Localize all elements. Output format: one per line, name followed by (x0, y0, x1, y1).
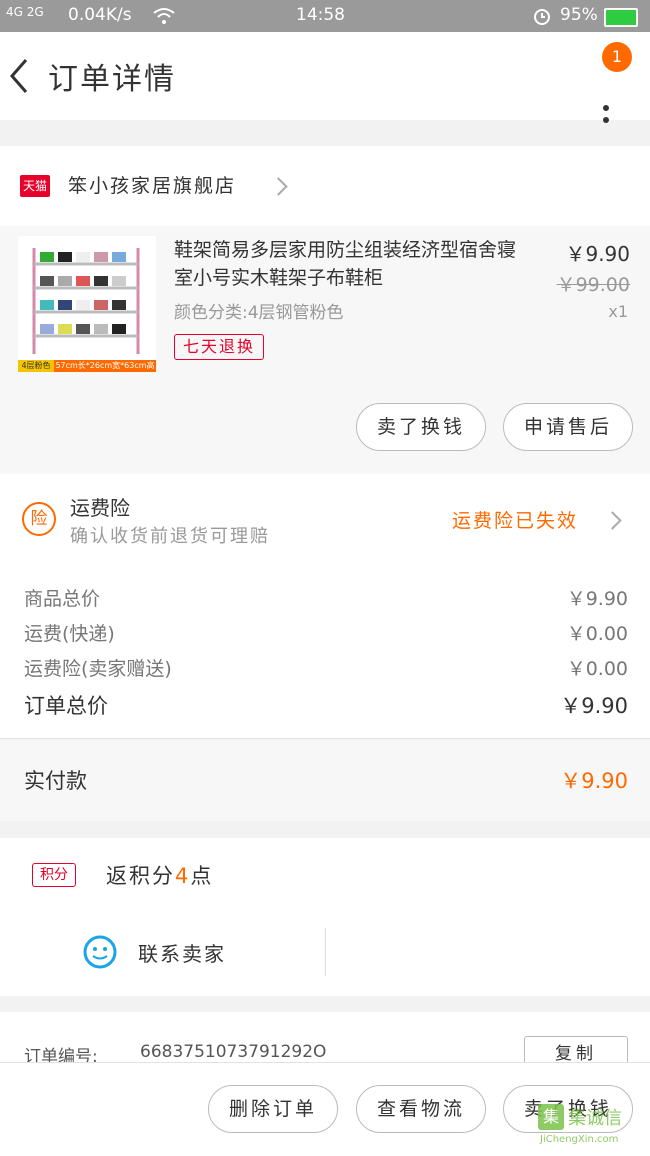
paid-value: ￥9.90 (560, 769, 628, 793)
points-suffix: 点 (190, 864, 214, 888)
insurance-subtitle: 确认收货前退货可理赔 (70, 526, 270, 547)
cost-row: 运费(快递) ￥0.00 (24, 619, 628, 646)
paid-label: 实付款 (24, 769, 87, 793)
shoe-rack-image (32, 248, 140, 354)
alarm-icon (534, 9, 550, 25)
cost-row: 商品总价 ￥9.90 (24, 584, 628, 611)
points-number: 4 (175, 864, 191, 888)
divider (325, 928, 326, 976)
battery-icon (604, 8, 638, 27)
points-contact-card: 积分 返积分4点 联系卖家 (0, 838, 650, 996)
clock: 14:58 (296, 5, 345, 25)
product-quantity: x1 (608, 302, 628, 321)
tmall-badge: 天猫 (20, 175, 50, 197)
cost-value: ￥0.00 (566, 623, 628, 645)
view-logistics-button[interactable]: 查看物流 (356, 1085, 486, 1133)
insurance-title: 运费险 (70, 496, 130, 520)
points-prefix: 返积分 (106, 864, 175, 888)
page-title: 订单详情 (48, 62, 176, 97)
watermark-name: 集诚信 (568, 1108, 622, 1129)
sell-item-button[interactable]: 卖了换钱 (356, 403, 486, 451)
store-name[interactable]: 笨小孩家居旗舰店 (68, 171, 236, 198)
cost-value: ￥0.00 (566, 658, 628, 680)
chevron-right-icon (603, 511, 622, 530)
wifi-icon (153, 8, 175, 24)
order-total-value: ￥9.90 (560, 694, 628, 718)
notification-badge[interactable]: 1 (602, 42, 632, 72)
watermark: 集 集诚信 JiChengXin.com (538, 1104, 646, 1152)
order-number: 6683751073791292O (140, 1042, 327, 1062)
status-bar: 4G 2G 0.04K/s 14:58 95% (0, 0, 650, 32)
original-price: ￥99.00 (556, 274, 630, 296)
signal-indicator: 4G 2G (6, 5, 44, 19)
more-menu-icon[interactable] (601, 102, 611, 129)
contact-seller-button[interactable]: 联系卖家 (0, 926, 325, 978)
watermark-logo-icon: 集 (538, 1104, 564, 1130)
contact-seller-label: 联系卖家 (138, 942, 226, 966)
insurance-icon: 险 (22, 502, 56, 536)
chat-icon (83, 935, 117, 969)
chevron-right-icon (269, 177, 288, 196)
product-title[interactable]: 鞋架简易多层家用防尘组装经济型宿舍寝室小号实木鞋架子布鞋柜 (174, 236, 530, 292)
watermark-domain: JiChengXin.com (540, 1134, 619, 1145)
image-caption-right: 57cm长*26cm宽*63cm高 (54, 360, 156, 372)
network-speed: 0.04K/s (68, 5, 132, 25)
store-card[interactable]: 天猫 笨小孩家居旗舰店 (0, 146, 650, 226)
product-card: 4层粉色 57cm长*26cm宽*63cm高 鞋架简易多层家用防尘组装经济型宿舍… (0, 226, 650, 474)
product-sku: 颜色分类:4层钢管粉色 (174, 303, 344, 323)
battery-percent: 95% (560, 5, 598, 25)
product-price: ￥9.90 (565, 242, 630, 266)
order-summary-card: 险 运费险 确认收货前退货可理赔 运费险已失效 商品总价 ￥9.90 运费(快递… (0, 474, 650, 821)
order-total-row: 订单总价 ￥9.90 (24, 690, 628, 720)
cost-value: ￥9.90 (566, 588, 628, 610)
nav-bar: 订单详情 (0, 32, 650, 123)
cost-label: 运费(快递) (24, 623, 115, 645)
after-sales-button[interactable]: 申请售后 (503, 403, 633, 451)
cost-row: 运费险(卖家赠送) ￥0.00 (24, 654, 628, 681)
order-total-label: 订单总价 (24, 694, 108, 718)
back-arrow-icon[interactable] (8, 58, 30, 94)
points-text: 返积分4点 (106, 860, 213, 890)
delete-order-button[interactable]: 删除订单 (208, 1085, 338, 1133)
cost-label: 运费险(卖家赠送) (24, 658, 172, 680)
product-image[interactable]: 4层粉色 57cm长*26cm宽*63cm高 (18, 236, 156, 372)
cost-label: 商品总价 (24, 588, 101, 610)
return-policy-tag: 七天退换 (174, 334, 265, 360)
insurance-status[interactable]: 运费险已失效 (452, 506, 578, 533)
image-caption-left: 4层粉色 (18, 360, 54, 372)
paid-row: 实付款 ￥9.90 (0, 738, 650, 821)
points-badge: 积分 (32, 863, 76, 887)
